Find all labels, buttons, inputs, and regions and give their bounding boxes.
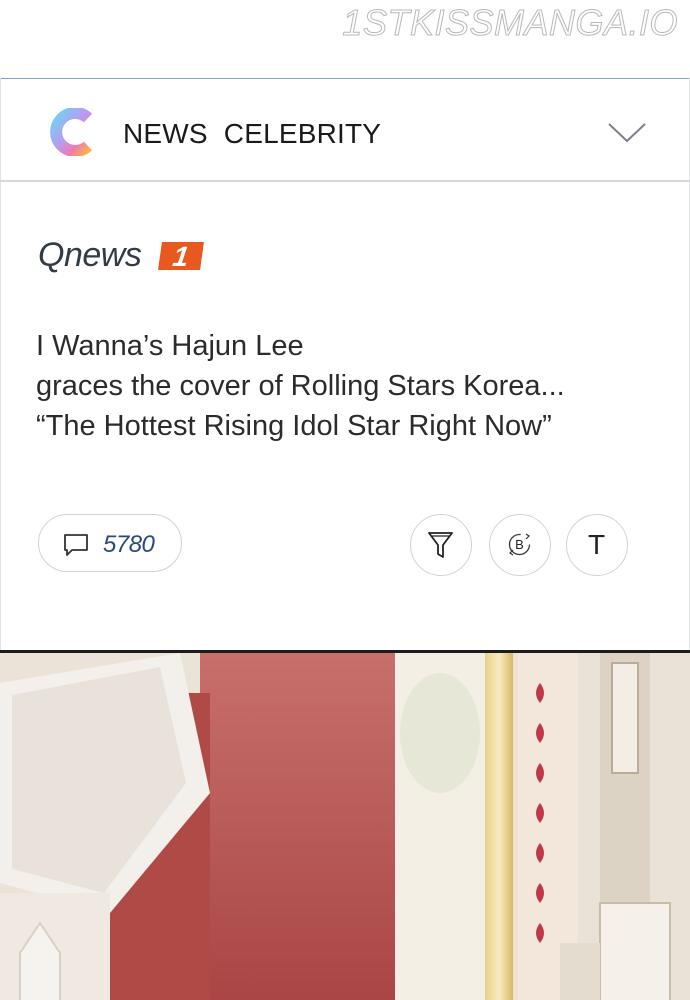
b-label: B [515, 537, 524, 552]
top-divider [0, 78, 690, 79]
header-divider [0, 180, 690, 182]
publisher-name: Qnews [38, 236, 142, 274]
chevron-down-icon[interactable] [606, 120, 648, 146]
app-header: NEWS CELEBRITY [0, 80, 690, 180]
b-rotate-icon: B [508, 533, 531, 556]
header-title: NEWS CELEBRITY [123, 118, 382, 149]
comic-scene-image [0, 653, 690, 1000]
comic-illustration [0, 650, 690, 1000]
watermark: 1STKISSMANGA.IO [342, 2, 678, 44]
comment-icon [64, 534, 88, 556]
headline-line: “The Hottest Rising Idol Star Right Now” [36, 410, 552, 442]
comment-count: 5780 [103, 531, 155, 558]
comments-button[interactable]: 5780 [38, 514, 182, 572]
headline-line: graces the cover of Rolling Stars Korea.… [36, 370, 565, 402]
article-headline[interactable]: I Wanna’s Hajun Lee graces the cover of … [36, 326, 676, 446]
publisher-badge: 1 [158, 241, 204, 272]
headline-line: I Wanna’s Hajun Lee [36, 330, 304, 362]
text-size-label: T [587, 529, 606, 560]
b-mode-button[interactable]: B [489, 514, 551, 576]
app-logo-icon [50, 108, 93, 156]
filter-icon [428, 532, 453, 558]
text-size-button[interactable]: T [566, 514, 628, 576]
filter-button[interactable] [410, 514, 472, 576]
